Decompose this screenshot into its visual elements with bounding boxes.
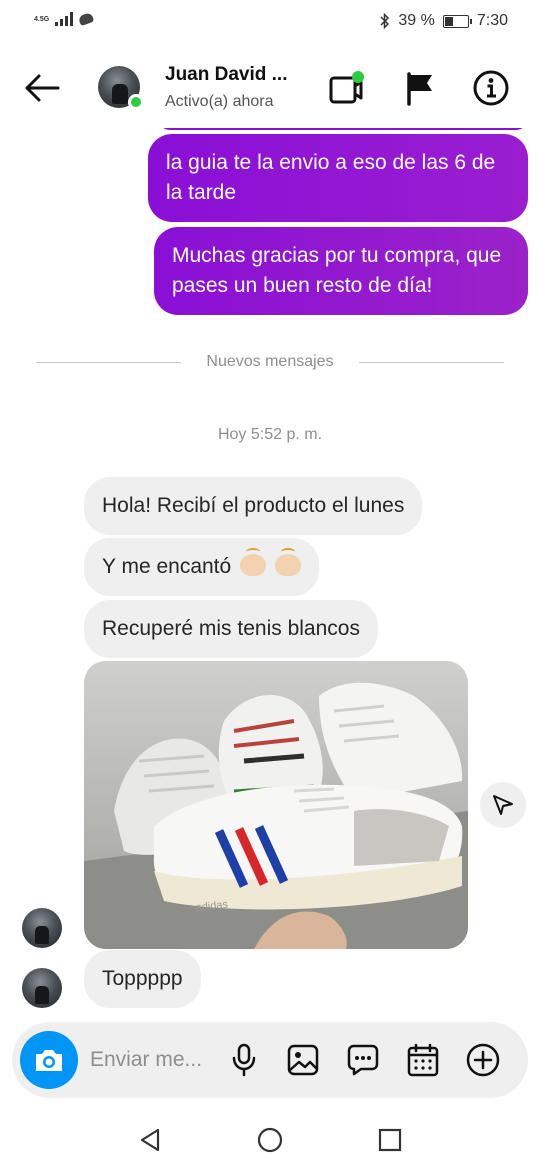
calendar-button[interactable]: [403, 1040, 443, 1080]
incoming-message[interactable]: Y me encantó: [84, 538, 319, 596]
divider-line: [359, 362, 504, 363]
message-text: Toppppp: [102, 967, 183, 990]
message-text: Recuperé mis tenis blancos: [102, 617, 360, 640]
message-composer: [12, 1022, 528, 1098]
info-icon: [473, 70, 509, 106]
network-type: 4.5G: [34, 15, 50, 23]
nav-home-button[interactable]: [254, 1124, 286, 1156]
circle-home-icon: [257, 1127, 283, 1153]
contact-status: Activo(a) ahora: [165, 93, 274, 110]
flag-icon: [407, 72, 432, 106]
gallery-icon: [287, 1044, 319, 1076]
clapping-hands-icon: [240, 548, 267, 576]
new-messages-divider: Nuevos mensajes: [36, 353, 504, 373]
back-button[interactable]: [22, 70, 62, 106]
square-recents-icon: [378, 1128, 402, 1152]
camera-icon: [36, 1050, 62, 1071]
incoming-message[interactable]: Hola! Recibí el producto el lunes: [84, 477, 423, 535]
camera-button[interactable]: [20, 1031, 78, 1089]
contact-name[interactable]: Juan David ...: [165, 64, 287, 86]
share-photo-button[interactable]: [480, 782, 526, 828]
gallery-button[interactable]: [283, 1040, 323, 1080]
battery-fill: [444, 16, 454, 26]
more-options-button[interactable]: [463, 1040, 503, 1080]
sticker-icon: [347, 1044, 379, 1076]
message-text: Y me encantó: [102, 555, 232, 578]
incoming-message[interactable]: Toppppp: [84, 950, 201, 1008]
contact-avatar[interactable]: [98, 66, 144, 110]
battery-icon: [442, 14, 472, 28]
online-indicator: [128, 94, 144, 110]
message-input[interactable]: [90, 1044, 220, 1076]
triangle-back-icon: [140, 1128, 160, 1152]
shared-photo[interactable]: adidas: [84, 661, 468, 949]
status-right: 39 % 7:30: [380, 12, 508, 30]
sender-avatar[interactable]: [22, 908, 62, 948]
video-call-button[interactable]: [326, 68, 366, 108]
nav-back-button[interactable]: [134, 1124, 166, 1156]
sneakers-photo: adidas: [84, 661, 468, 949]
info-button[interactable]: [471, 68, 511, 108]
calendar-icon: [407, 1043, 439, 1077]
report-button[interactable]: [400, 68, 440, 108]
message-thread[interactable]: la guia te la envio a eso de las 6 de la…: [0, 128, 540, 1018]
clock: 7:30: [476, 12, 508, 29]
notification-icon: [77, 11, 95, 27]
incoming-message[interactable]: Recuperé mis tenis blancos: [84, 600, 378, 658]
system-navigation-bar: [0, 1110, 540, 1170]
status-bar: 4.5G 39 % 7:30: [0, 0, 540, 44]
previous-bubble-edge: [158, 128, 528, 130]
status-left: 4.5G: [34, 11, 95, 27]
message-text: Hola! Recibí el producto el lunes: [102, 494, 405, 517]
nav-recents-button[interactable]: [374, 1124, 406, 1156]
back-arrow-icon: [25, 74, 60, 102]
chat-header: Juan David ... Activo(a) ahora: [0, 50, 540, 128]
send-icon: [493, 795, 513, 815]
battery-percent: 39 %: [398, 12, 435, 29]
sticker-button[interactable]: [343, 1040, 383, 1080]
message-timestamp: Hoy 5:52 p. m.: [217, 426, 323, 443]
sender-avatar[interactable]: [22, 968, 62, 1008]
outgoing-message[interactable]: Muchas gracias por tu compra, que pases …: [154, 227, 528, 315]
clapping-hands-icon: [274, 548, 301, 576]
bluetooth-icon: [380, 13, 390, 29]
outgoing-message[interactable]: la guia te la envio a eso de las 6 de la…: [148, 134, 528, 222]
voice-message-button[interactable]: [224, 1040, 264, 1080]
signal-icon: [55, 12, 74, 26]
video-call-icon: [329, 71, 364, 104]
microphone-icon: [232, 1043, 256, 1077]
plus-icon: [466, 1043, 500, 1077]
